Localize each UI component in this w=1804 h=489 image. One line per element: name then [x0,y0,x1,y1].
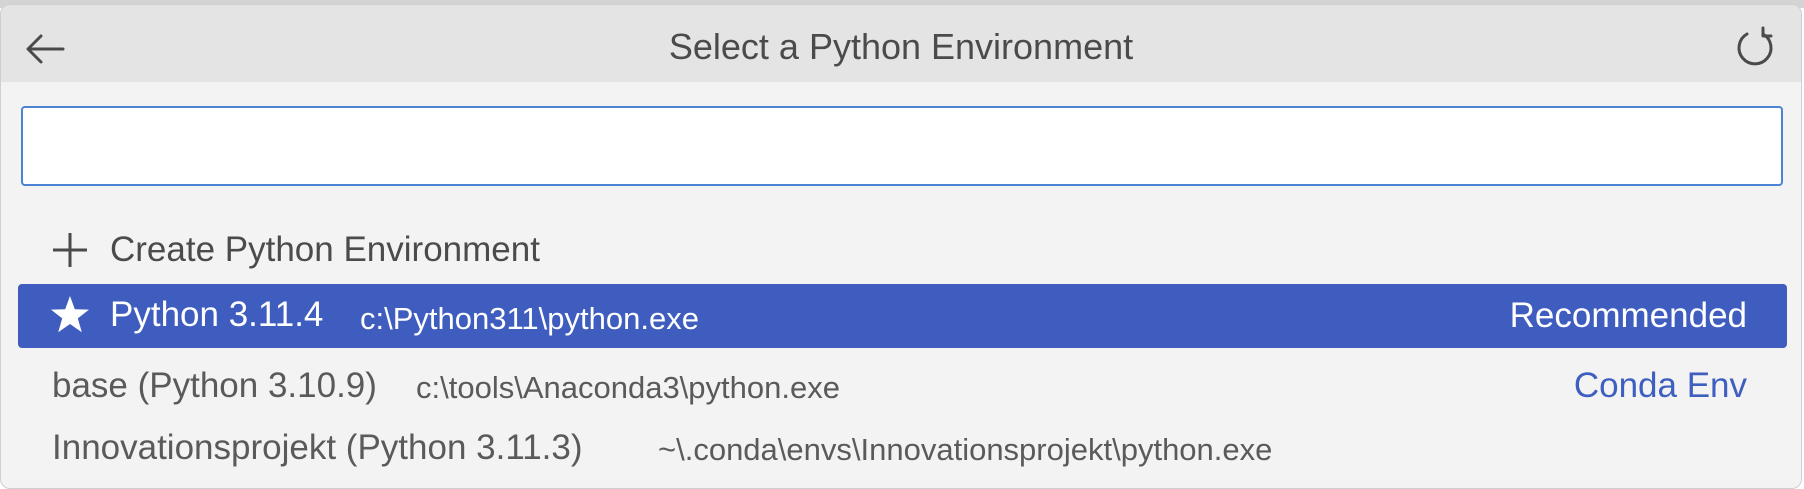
environment-name: Innovationsprojekt (Python 3.11.3) [52,428,583,467]
environment-search-input[interactable] [21,106,1783,186]
environment-path: ~\.conda\envs\Innovationsprojekt\python.… [658,432,1273,467]
environment-item-innovationsprojekt[interactable]: Innovationsprojekt (Python 3.11.3) ~\.co… [18,417,1787,479]
environment-path: c:\Python311\python.exe [360,301,699,336]
plus-icon [53,233,87,267]
refresh-icon [1737,26,1773,66]
environment-item-python-3-11-4[interactable]: Python 3.11.4 c:\Python311\python.exe Re… [18,284,1787,348]
environment-path: c:\tools\Anaconda3\python.exe [416,370,840,405]
picker-titlebar: Select a Python Environment [1,5,1801,82]
picker-title: Select a Python Environment [668,26,1134,67]
environment-name: base (Python 3.10.9) [52,366,377,405]
recommended-badge: Recommended [1509,296,1747,335]
environment-item-base[interactable]: base (Python 3.10.9) c:\tools\Anaconda3\… [18,355,1787,417]
refresh-button[interactable] [1733,25,1779,71]
create-environment-item[interactable]: Create Python Environment [18,219,1787,281]
python-environment-picker: Select a Python Environment Create Pytho… [0,4,1802,489]
create-environment-label: Create Python Environment [110,230,540,269]
environment-name: Python 3.11.4 [110,295,324,334]
star-icon [51,296,89,333]
conda-env-badge: Conda Env [1573,366,1747,405]
